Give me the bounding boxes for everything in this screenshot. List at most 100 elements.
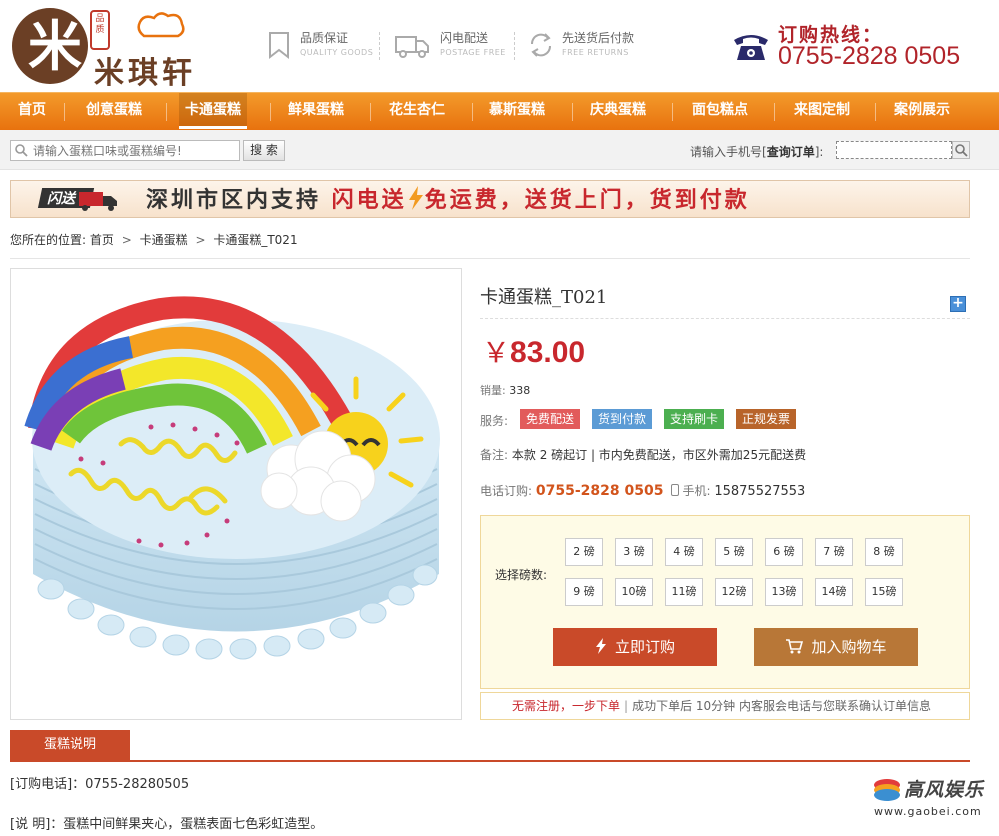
nav-item-custom[interactable]: 来图定制 (794, 93, 850, 129)
banner-text-part3: 免运费，送货上门，货到付款 (424, 188, 750, 213)
feature-title: 闪电配送 (440, 31, 489, 45)
breadcrumb-separator: > (195, 233, 206, 247)
site-logo[interactable]: 米 品质 米琪轩 (12, 6, 217, 91)
phone-label: 电话订购: (480, 484, 533, 498)
service-label: 服务: (480, 414, 509, 428)
nav-divider (672, 103, 673, 121)
phone-query-input[interactable] (836, 141, 952, 159)
search-icon (15, 144, 28, 157)
breadcrumb-prefix: 您所在的位置: (10, 233, 87, 247)
watermark: 高风娱乐 www.gaobei.com (870, 773, 985, 823)
sales-count: 销量: 338 (480, 382, 530, 398)
nav-divider (64, 103, 65, 121)
weight-option[interactable]: 2 磅 (565, 538, 603, 566)
nav-item-cartoon[interactable]: 卡通蛋糕 (179, 93, 247, 129)
breadcrumb-home[interactable]: 首页 (90, 233, 114, 247)
search-input[interactable] (10, 140, 240, 161)
search-bar: 搜 索 请输入手机号[查询订单]: (0, 130, 999, 170)
price-currency: ￥ (482, 336, 511, 369)
feature-subtitle: FREE RETURNS (562, 48, 629, 57)
weight-option[interactable]: 13磅 (765, 578, 803, 606)
bookmark-icon (269, 32, 289, 60)
weight-option[interactable]: 6 磅 (765, 538, 803, 566)
note-label: 备注: (480, 448, 509, 462)
nav-divider (572, 103, 573, 121)
hotline: 订购热线： 0755-2828 0505 (732, 18, 982, 74)
mobile-number: 15875527553 (714, 484, 806, 499)
nav-item-cases[interactable]: 案例展示 (894, 93, 950, 129)
site-header: 米 品质 米琪轩 品质保证 QUALITY GOODS 闪电配送 POSTAGE… (0, 0, 999, 92)
order-label-suffix: ]: (814, 145, 824, 159)
logo-seal: 品质 (90, 10, 110, 50)
price-value: 83.00 (510, 336, 586, 369)
hotline-number: 0755-2828 0505 (778, 42, 961, 70)
order-query-link[interactable]: 查询订单 (767, 145, 815, 159)
order-notice: 无需注册，一步下单 | 成功下单后 10分钟 内客服会电话与您联系确认订单信息 (480, 692, 970, 720)
weight-option[interactable]: 5 磅 (715, 538, 753, 566)
weight-option[interactable]: 15磅 (865, 578, 903, 606)
nav-item-fruit[interactable]: 鲜果蛋糕 (288, 93, 344, 129)
nav-item-home[interactable]: 首页 (18, 93, 46, 129)
nav-divider (270, 103, 271, 121)
order-search-button[interactable] (952, 141, 970, 159)
breadcrumb-category[interactable]: 卡通蛋糕 (140, 233, 188, 247)
banner-text-part2: 闪电送 (331, 188, 407, 213)
divider (10, 258, 970, 259)
divider (10, 760, 970, 762)
lightning-icon (595, 638, 606, 654)
feature-title: 先送货后付款 (562, 31, 635, 45)
service-tag: 支持刷卡 (664, 409, 725, 429)
nav-item-celebration[interactable]: 庆典蛋糕 (590, 93, 646, 129)
nav-divider (774, 103, 775, 121)
service-tag: 免费配送 (520, 409, 581, 429)
watermark-logo-icon (874, 779, 900, 801)
banner-text: 深圳市区内支持 闪电送 免运费，送货上门，货到付款 (146, 186, 750, 215)
description-text: [说 明]：蛋糕中间鲜果夹心，蛋糕表面七色彩虹造型。 (10, 817, 324, 832)
feature-divider (514, 32, 515, 60)
description-phone: [订购电话]：0755-28280505 (10, 777, 190, 792)
nav-item-creative[interactable]: 创意蛋糕 (86, 93, 142, 129)
breadcrumb-separator: > (121, 233, 132, 247)
feature-title: 品质保证 (300, 31, 349, 45)
weight-option[interactable]: 10磅 (615, 578, 653, 606)
weight-option[interactable]: 4 磅 (665, 538, 703, 566)
return-icon (530, 33, 552, 57)
feature-subtitle: POSTAGE FREE (440, 48, 506, 57)
truck-icon (395, 36, 429, 58)
rainbow-cake-image (24, 296, 440, 660)
weight-option[interactable]: 9 磅 (565, 578, 603, 606)
order-note: 备注: 本款 2 磅起订 | 市内免费配送，市区外需加25元配送费 (480, 446, 806, 463)
sales-label: 销量: (480, 384, 506, 397)
weight-option[interactable]: 11磅 (665, 578, 703, 606)
product-price: ￥83.00 (482, 331, 585, 371)
nav-item-peanut[interactable]: 花生杏仁 (389, 93, 445, 129)
chef-hat-icon (137, 12, 185, 38)
watermark-text: 高风娱乐 (904, 779, 985, 801)
buy-now-button[interactable]: 立即订购 (553, 628, 717, 666)
nav-divider (875, 103, 876, 121)
add-to-cart-button[interactable]: 加入购物车 (754, 628, 918, 666)
weight-option[interactable]: 8 磅 (865, 538, 903, 566)
expand-plus-icon[interactable]: + (950, 296, 966, 312)
nav-divider (370, 103, 371, 121)
weight-option[interactable]: 3 磅 (615, 538, 653, 566)
product-image[interactable] (10, 268, 462, 720)
nav-item-mousse[interactable]: 慕斯蛋糕 (489, 93, 545, 129)
product-title: 卡通蛋糕_T021 (480, 287, 608, 308)
logo-mark-icon: 米 (12, 8, 88, 84)
weight-selector: 选择磅数: 2 磅 3 磅 4 磅 5 磅 6 磅 7 磅 8 磅 9 磅 10… (480, 515, 970, 689)
phone-order: 电话订购: 0755-2828 0505 手机: 15875527553 (480, 482, 805, 499)
note-value: 本款 2 磅起订 | 市内免费配送，市区外需加25元配送费 (511, 448, 807, 462)
notice-text: 成功下单后 10分钟 内客服会电话与您联系确认订单信息 (632, 699, 931, 713)
tab-cake-description[interactable]: 蛋糕说明 (10, 730, 130, 760)
service-tag: 货到付款 (592, 409, 653, 429)
nav-item-bread[interactable]: 面包糕点 (692, 93, 748, 129)
weight-option[interactable]: 14磅 (815, 578, 853, 606)
weight-option[interactable]: 7 磅 (815, 538, 853, 566)
phone-number: 0755-2828 0505 (535, 483, 664, 499)
mobile-icon (671, 484, 680, 496)
weight-option[interactable]: 12磅 (715, 578, 753, 606)
mobile-label: 手机: (682, 484, 711, 498)
search-button[interactable]: 搜 索 (243, 140, 285, 161)
banner-logo-text: 闪送 (47, 190, 77, 207)
